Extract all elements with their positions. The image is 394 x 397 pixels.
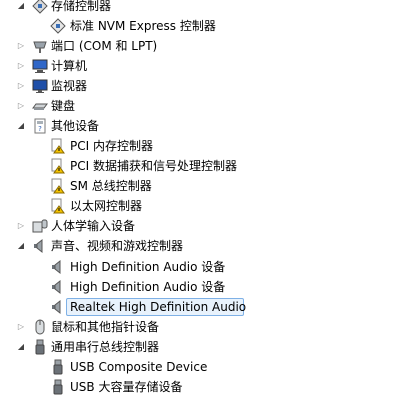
tree-node-hda-1[interactable]: High Definition Audio 设备 [0, 257, 394, 277]
warning-device-icon [50, 178, 66, 194]
tree-node-computer[interactable]: ▷ 计算机 [0, 56, 394, 76]
keyboard-icon [32, 98, 48, 114]
tree-node-label: SM 总线控制器 [70, 179, 152, 193]
tree-node-realtek[interactable]: Realtek High Definition Audio [0, 297, 394, 317]
expand-arrow-icon[interactable]: ◢ [16, 0, 26, 16]
port-icon [32, 38, 48, 54]
collapse-arrow-icon[interactable]: ▷ [16, 36, 26, 56]
usb-icon [50, 359, 66, 375]
tree-node-label: 端口 (COM 和 LPT) [51, 39, 158, 53]
expand-arrow-icon[interactable]: ◢ [16, 116, 26, 136]
collapse-arrow-icon[interactable]: ▷ [16, 56, 26, 76]
tree-node-pci-data-acquisition[interactable]: PCI 数据捕获和信号处理控制器 [0, 156, 394, 176]
tree-node-usb-controllers[interactable]: ◢ 通用串行总线控制器 [0, 337, 394, 357]
storage-controller-icon [32, 0, 48, 14]
tree-node-label: 声音、视频和游戏控制器 [51, 239, 184, 253]
usb-icon [32, 339, 48, 355]
tree-node-label: 人体学输入设备 [51, 219, 136, 233]
tree-node-label: 以太网控制器 [70, 199, 143, 213]
tree-node-label: USB Composite Device [70, 360, 208, 374]
speaker-icon [50, 299, 66, 315]
svg-text:?: ? [38, 125, 42, 133]
tree-node-label: 鼠标和其他指针设备 [51, 320, 160, 334]
usb-icon [50, 379, 66, 395]
tree-node-usb-composite[interactable]: USB Composite Device [0, 357, 394, 377]
collapse-arrow-icon[interactable]: ▷ [16, 96, 26, 116]
tree-node-ports[interactable]: ▷ 端口 (COM 和 LPT) [0, 36, 394, 56]
tree-node-label: High Definition Audio 设备 [70, 260, 226, 274]
tree-node-label: USB 大容量存储设备 [70, 380, 183, 394]
tree-node-label: 计算机 [51, 59, 88, 73]
hid-icon [32, 218, 48, 234]
tree-node-label: 监视器 [51, 79, 88, 93]
speaker-icon [32, 238, 48, 254]
tree-node-monitors[interactable]: ▷ 监视器 [0, 76, 394, 96]
expand-arrow-icon[interactable]: ◢ [16, 236, 26, 256]
speaker-icon [50, 259, 66, 275]
tree-node-label: 标准 NVM Express 控制器 [70, 19, 216, 33]
tree-node-hid[interactable]: ▷ 人体学输入设备 [0, 216, 394, 236]
tree-node-label: 存储控制器 [51, 0, 112, 13]
tree-node-usb-mass-storage[interactable]: USB 大容量存储设备 [0, 377, 394, 397]
warning-device-icon [50, 198, 66, 214]
tree-node-keyboards[interactable]: ▷ 键盘 [0, 96, 394, 116]
controller-icon [50, 18, 66, 34]
expand-arrow-icon[interactable]: ◢ [16, 337, 26, 357]
tree-node-label: PCI 内存控制器 [70, 139, 153, 153]
tree-node-ethernet[interactable]: 以太网控制器 [0, 196, 394, 216]
tree-node-label: 通用串行总线控制器 [51, 340, 160, 354]
computer-icon [32, 58, 48, 74]
device-tree: ◢ 存储控制器 标准 NVM Express 控制器 ▷ 端口 (COM 和 L… [0, 0, 394, 396]
tree-node-hda-2[interactable]: High Definition Audio 设备 [0, 277, 394, 297]
warning-device-icon [50, 138, 66, 154]
collapse-arrow-icon[interactable]: ▷ [16, 216, 26, 236]
tree-node-label: High Definition Audio 设备 [70, 280, 226, 294]
tree-node-sound[interactable]: ◢ 声音、视频和游戏控制器 [0, 236, 394, 256]
tree-node-pci-memory[interactable]: PCI 内存控制器 [0, 136, 394, 156]
tree-node-label: PCI 数据捕获和信号处理控制器 [70, 159, 237, 173]
tree-node-sm-bus[interactable]: SM 总线控制器 [0, 176, 394, 196]
monitor-icon [32, 78, 48, 94]
tree-node-storage-controllers[interactable]: ◢ 存储控制器 [0, 0, 394, 16]
tree-node-label: 其他设备 [51, 119, 100, 133]
tree-node-label: 键盘 [51, 99, 76, 113]
speaker-icon [50, 279, 66, 295]
collapse-arrow-icon[interactable]: ▷ [16, 317, 26, 337]
tree-node-mice[interactable]: ▷ 鼠标和其他指针设备 [0, 317, 394, 337]
tree-node-other-devices[interactable]: ◢ ? 其他设备 [0, 116, 394, 136]
warning-device-icon [50, 158, 66, 174]
tree-node-label: Realtek High Definition Audio [70, 300, 247, 314]
mouse-icon [32, 319, 48, 335]
collapse-arrow-icon[interactable]: ▷ [16, 76, 26, 96]
tree-node-nvme-controller[interactable]: 标准 NVM Express 控制器 [0, 16, 394, 36]
unknown-device-icon: ? [32, 118, 48, 134]
